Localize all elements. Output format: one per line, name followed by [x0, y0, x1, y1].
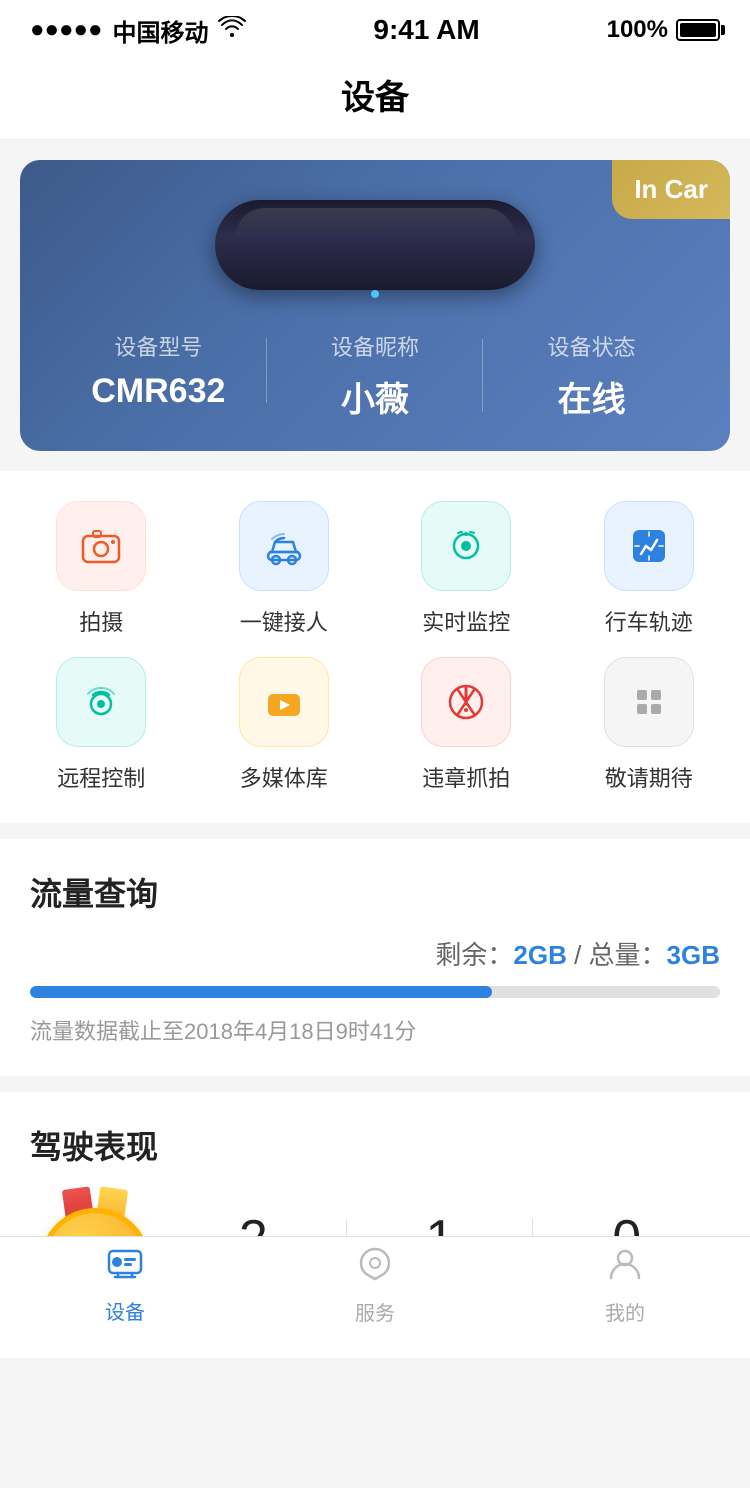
total-value: 3GB — [667, 940, 720, 970]
feature-item-car[interactable]: 一键接人 — [193, 501, 376, 637]
media-icon — [239, 657, 329, 747]
track-icon — [604, 501, 694, 591]
traffic-title: 流量查询 — [30, 869, 720, 915]
feature-item-camera[interactable]: 拍摄 — [10, 501, 193, 637]
model-label: 设备型号 — [50, 330, 267, 362]
mine-nav-icon — [607, 1246, 643, 1291]
nickname-label: 设备昵称 — [267, 330, 484, 362]
separator: / 总量： — [567, 940, 667, 970]
battery-percent: 100% — [607, 16, 668, 44]
nickname-value: 小薇 — [267, 372, 484, 421]
nav-device-label: 设备 — [105, 1296, 145, 1325]
traffic-progress-bg — [30, 986, 720, 998]
camera-label: 拍摄 — [79, 605, 123, 637]
service-nav-icon — [357, 1246, 393, 1291]
traffic-section: 流量查询 剩余：2GB / 总量：3GB 流量数据截止至2018年4月18日9时… — [0, 839, 750, 1076]
feature-item-media[interactable]: 多媒体库 — [193, 657, 376, 793]
monitor-icon — [421, 501, 511, 591]
track-label: 行车轨迹 — [605, 605, 693, 637]
car-icon — [239, 501, 329, 591]
remain-value: 2GB — [513, 940, 566, 970]
model-value: CMR632 — [50, 372, 267, 411]
device-model-col: 设备型号 CMR632 — [50, 330, 267, 411]
feature-item-monitor[interactable]: 实时监控 — [375, 501, 558, 637]
traffic-note: 流量数据截止至2018年4月18日9时41分 — [30, 1014, 720, 1046]
page-title: 设备 — [0, 70, 750, 119]
status-label: 设备状态 — [483, 330, 700, 362]
device-nav-icon — [106, 1247, 144, 1290]
nav-service[interactable]: 服务 — [250, 1236, 500, 1336]
nav-mine[interactable]: 我的 — [500, 1236, 750, 1336]
driving-title: 驾驶表现 — [30, 1122, 720, 1168]
device-card: In Car 设备型号 CMR632 设备昵称 小薇 设备状态 在线 — [20, 160, 730, 451]
camera-icon — [56, 501, 146, 591]
media-label: 多媒体库 — [240, 761, 328, 793]
device-nickname-col: 设备昵称 小薇 — [267, 330, 484, 421]
remain-label: 剩余： — [435, 940, 513, 970]
in-car-badge: In Car — [612, 160, 730, 219]
nav-service-label: 服务 — [355, 1297, 395, 1326]
nav-mine-label: 我的 — [605, 1297, 645, 1326]
device-status-col: 设备状态 在线 — [483, 330, 700, 421]
feature-item-more[interactable]: 敬请期待 — [558, 657, 741, 793]
status-bar: ●●●●● 中国移动 9:41 AM 100% — [0, 0, 750, 60]
traffic-summary: 剩余：2GB / 总量：3GB — [30, 935, 720, 972]
more-icon — [604, 657, 694, 747]
carrier-signal: ●●●●● 中国移动 — [30, 13, 246, 48]
page-title-bar: 设备 — [0, 60, 750, 140]
bottom-nav: 设备 服务 我的 — [0, 1236, 750, 1334]
feature-item-track[interactable]: 行车轨迹 — [558, 501, 741, 637]
features-grid: 拍摄 一键接人 实时监控 行车轨迹 远程控制 多媒体库 违章抓拍 — [10, 501, 740, 793]
status-value: 在线 — [483, 372, 700, 421]
feature-item-remote[interactable]: 远程控制 — [10, 657, 193, 793]
violation-icon — [421, 657, 511, 747]
remote-icon — [56, 657, 146, 747]
status-time: 9:41 AM — [373, 14, 479, 46]
remote-label: 远程控制 — [57, 761, 145, 793]
features-section: 拍摄 一键接人 实时监控 行车轨迹 远程控制 多媒体库 违章抓拍 — [0, 471, 750, 823]
violation-label: 违章抓拍 — [422, 761, 510, 793]
more-label: 敬请期待 — [605, 761, 693, 793]
monitor-label: 实时监控 — [422, 605, 510, 637]
battery-status: 100% — [607, 16, 720, 44]
device-info: 设备型号 CMR632 设备昵称 小薇 设备状态 在线 — [20, 320, 730, 421]
wifi-icon — [218, 16, 246, 45]
battery-icon — [676, 19, 720, 41]
traffic-progress-fill — [30, 986, 492, 998]
signal-dots: ●●●●● — [30, 16, 102, 44]
feature-item-violation[interactable]: 违章抓拍 — [375, 657, 558, 793]
car-label: 一键接人 — [240, 605, 328, 637]
nav-device[interactable]: 设备 — [0, 1237, 250, 1335]
mirror-image — [215, 200, 535, 290]
carrier-name: 中国移动 — [112, 13, 208, 48]
